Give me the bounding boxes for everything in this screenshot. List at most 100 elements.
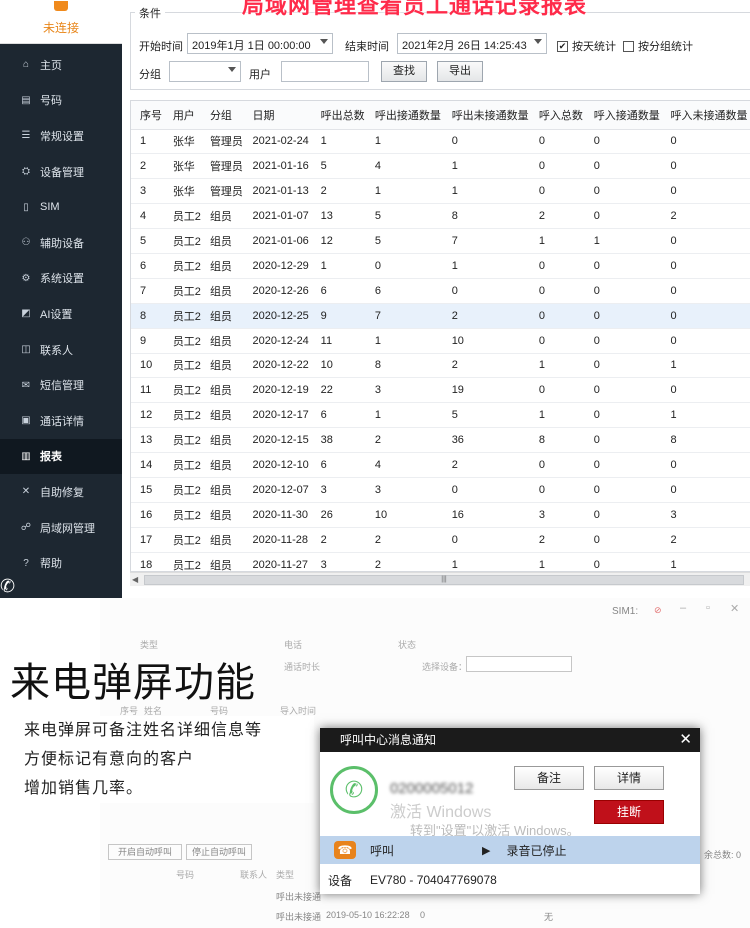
table-row[interactable]: 7 员工2 组员 2020-12-26 6 6 0 0 0 0 [131, 278, 750, 304]
table-cell: 0 [584, 153, 662, 180]
table-cell: 0 [584, 203, 662, 230]
table-row[interactable]: 9 员工2 组员 2020-12-24 11 1 10 0 0 0 [131, 328, 750, 354]
table-cell: 2021-01-16 [243, 153, 312, 180]
sidebar-item[interactable]: ◩ AI设置 [0, 296, 122, 332]
start-time-picker[interactable]: 2019年1月 1日 00:00:00 [187, 33, 333, 54]
sidebar-item[interactable]: ☰ 常规设置 [0, 118, 122, 154]
sidebar-item[interactable]: ◫ 联系人 [0, 332, 122, 368]
report-panel: 条件 开始时间 2019年1月 1日 00:00:00 结束时间 2021年2月… [122, 0, 750, 598]
column-header[interactable]: 呼入接通数量 [584, 101, 662, 130]
report-table: 序号 用户 分组 日期 呼出总数 呼出接通数量 呼出未接通数量 呼入总数 呼入接通数量 呼入未接通… [130, 100, 750, 572]
sidebar-item[interactable]: ✉ 短信管理 [0, 367, 122, 403]
table-cell: 0 [661, 278, 750, 304]
export-button[interactable]: 导出 [437, 61, 483, 82]
list-col-contact: 联系人 [240, 870, 268, 880]
table-cell: 0 [661, 477, 750, 503]
table-cell: 0 [661, 253, 750, 279]
sidebar-item[interactable]: ⚇ 辅助设备 [0, 225, 122, 261]
table-row[interactable]: 5 员工2 组员 2021-01-06 12 5 7 1 1 0 [131, 228, 750, 254]
select-device-dropdown[interactable] [466, 656, 572, 672]
sim-icon: ▯ [23, 201, 29, 213]
sidebar-item-label: 通话详情 [40, 415, 84, 428]
table-cell: 0 [584, 303, 662, 329]
sidebar-item[interactable]: ⚙ 系统设置 [0, 261, 122, 297]
table-row[interactable]: 17 员工2 组员 2020-11-28 2 2 0 2 0 2 [131, 527, 750, 553]
search-button[interactable]: 查找 [381, 61, 427, 82]
column-header[interactable]: 呼入总数 [529, 101, 585, 130]
play-icon[interactable]: ▶ [482, 844, 490, 857]
table-row[interactable]: 15 员工2 组员 2020-12-07 3 3 0 0 0 0 [131, 477, 750, 503]
group-select[interactable] [169, 61, 241, 82]
table-cell: 组员 [200, 502, 244, 528]
table-cell: 2020-12-22 [243, 353, 312, 379]
column-header[interactable]: 日期 [243, 101, 312, 130]
table-cell: 2021-01-13 [243, 178, 312, 205]
table-row[interactable]: 14 员工2 组员 2020-12-10 6 4 2 0 0 0 [131, 452, 750, 478]
table-row[interactable]: 8 员工2 组员 2020-12-25 9 7 2 0 0 0 [131, 303, 750, 329]
column-header[interactable]: 分组 [200, 101, 244, 130]
table-cell: 组员 [200, 527, 244, 553]
device-icon: ⛭ [22, 166, 30, 178]
table-row[interactable]: 2 张华 管理员 2021-01-16 5 4 1 0 0 0 [131, 153, 750, 180]
sidebar-item[interactable]: ⛭ 设备管理 [0, 154, 122, 190]
sidebar-item[interactable]: ▤ 号码 [0, 83, 122, 119]
table-row[interactable]: 18 员工2 组员 2020-11-27 3 2 1 1 0 1 [131, 552, 750, 571]
sidebar-item[interactable]: ? 帮助 [0, 545, 122, 581]
table-row[interactable]: 16 员工2 组员 2020-11-30 26 10 16 3 0 3 [131, 502, 750, 528]
user-input[interactable] [281, 61, 369, 82]
start-time-label: 开始时间 [139, 41, 183, 53]
sidebar-item[interactable]: ☍ 局域网管理 [0, 510, 122, 546]
help-icon: ? [23, 557, 29, 569]
table-header: 序号 用户 分组 日期 呼出总数 呼出接通数量 呼出未接通数量 呼入总数 呼入接通数量 呼入未接通… [131, 101, 750, 130]
table-cell: 8 [365, 353, 443, 379]
note-button[interactable]: 备注 [514, 766, 584, 790]
table-row[interactable]: 3 张华 管理员 2021-01-13 2 1 1 0 0 0 [131, 178, 750, 205]
close-icon[interactable]: ✕ [679, 728, 692, 752]
column-header[interactable]: 呼出未接通数量 [442, 101, 530, 130]
table-cell: 组员 [200, 278, 244, 304]
column-header[interactable]: 呼入未接通数量 [661, 101, 750, 130]
sidebar-item[interactable]: ▣ 通话详情 [0, 403, 122, 439]
column-header[interactable]: 用户 [163, 101, 201, 130]
table-row[interactable]: 4 员工2 组员 2021-01-07 13 5 8 2 0 2 [131, 203, 750, 230]
minimize-icon[interactable]: – [680, 602, 686, 614]
table-row[interactable]: 12 员工2 组员 2020-12-17 6 1 5 1 0 1 [131, 402, 750, 429]
table-cell: 员工2 [163, 552, 201, 571]
column-header[interactable]: 呼出总数 [311, 101, 366, 130]
call-detail-icon: ▣ [21, 415, 31, 427]
end-time-picker[interactable]: 2021年2月 26日 14:25:43 [397, 33, 547, 54]
checkbox-box: ✔ [557, 40, 568, 52]
report-app-window: 未连接 ⌂ 主页 ▤ 号码 ☰ 常规设置 ⛭ 设备管理 ▯ SIM ⚇ 辅助设备 ⚙ 系统设置 ◩ AI设置 ◫… [0, 0, 750, 598]
horizontal-scrollbar[interactable]: ◀ ||| [130, 572, 750, 586]
stop-auto-call-button[interactable]: 停止自动呼叫 [186, 844, 252, 860]
table-row[interactable]: 10 员工2 组员 2020-12-22 10 8 2 1 0 1 [131, 353, 750, 379]
scroll-left-icon[interactable]: ◀ [132, 575, 138, 584]
start-auto-call-button[interactable]: 开启自动呼叫 [108, 844, 182, 860]
hangup-button[interactable]: 挂断 [594, 800, 664, 824]
detail-button[interactable]: 详情 [594, 766, 664, 790]
by-day-checkbox[interactable]: ✔ 按天统计 [557, 38, 616, 54]
column-header[interactable]: 呼出接通数量 [365, 101, 443, 130]
table-cell: 1 [442, 552, 530, 571]
table-cell: 0 [584, 178, 662, 205]
table-cell: 员工2 [163, 228, 201, 254]
table-row[interactable]: 1 张华 管理员 2021-02-24 1 1 0 0 0 0 [131, 129, 750, 155]
table-cell: 1 [529, 552, 585, 571]
table-row[interactable]: 13 员工2 组员 2020-12-15 38 2 36 8 0 8 [131, 427, 750, 454]
table-cell: 5 [311, 153, 366, 180]
sidebar-item[interactable]: ✕ 自助修复 [0, 474, 122, 510]
sidebar-item[interactable]: ▥ 报表 [0, 438, 122, 475]
incoming-phone-icon: ✆ [330, 766, 378, 814]
by-group-checkbox[interactable]: 按分组统计 [623, 38, 693, 54]
table-row[interactable]: 11 员工2 组员 2020-12-19 22 3 19 0 0 0 [131, 377, 750, 404]
scrollbar-thumb[interactable]: ||| [144, 575, 744, 585]
column-header[interactable]: 序号 [131, 101, 164, 130]
maximize-icon[interactable]: ▫ [706, 602, 710, 614]
end-time-label: 结束时间 [345, 41, 389, 53]
close-icon[interactable]: ✕ [730, 602, 739, 615]
table-row[interactable]: 6 员工2 组员 2020-12-29 1 0 1 0 0 0 [131, 253, 750, 279]
sidebar-item[interactable]: ▯ SIM [0, 189, 122, 225]
table-cell: 张华 [163, 129, 201, 155]
sidebar-item[interactable]: ⌂ 主页 [0, 47, 122, 83]
sidebar-item-label: 联系人 [40, 344, 73, 357]
